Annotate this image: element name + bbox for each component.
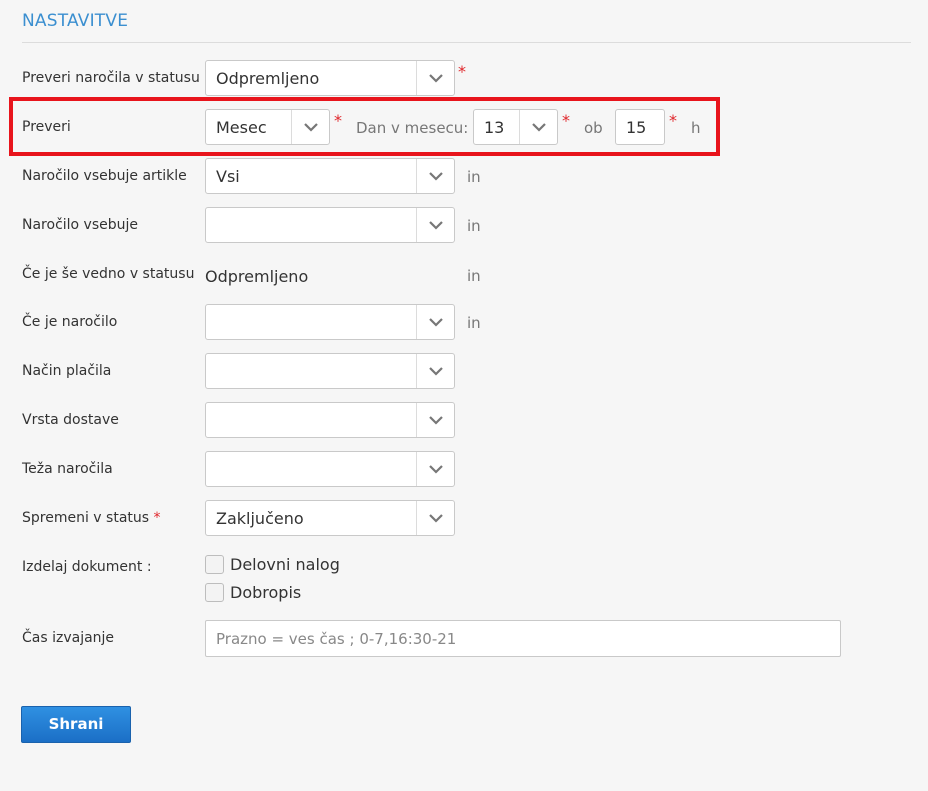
check-label: Preveri xyxy=(22,119,71,135)
contains-select[interactable] xyxy=(205,207,455,243)
payment-select[interactable] xyxy=(205,353,455,389)
still-status-value: Odpremljeno xyxy=(205,267,309,286)
credit-note-label[interactable]: Dobropis xyxy=(230,583,301,602)
work-order-checkbox[interactable] xyxy=(205,555,224,574)
and-label: in xyxy=(467,168,481,186)
contains-articles-select[interactable]: Vsi xyxy=(205,158,455,194)
change-status-label: Spremeni v status * xyxy=(22,510,161,526)
day-of-month-value: 13 xyxy=(484,118,505,137)
chevron-down-icon[interactable] xyxy=(416,61,454,95)
credit-note-checkbox[interactable] xyxy=(205,583,224,602)
at-label: ob xyxy=(584,119,603,137)
check-period-select[interactable]: Mesec xyxy=(205,109,330,145)
required-marker: * xyxy=(562,111,570,130)
required-marker: * xyxy=(458,62,466,81)
change-status-value: Zaključeno xyxy=(216,509,304,528)
chevron-down-icon[interactable] xyxy=(519,110,557,144)
required-marker: * xyxy=(153,510,161,526)
still-status-label: Če je še vedno v statusu xyxy=(22,266,195,282)
chevron-down-icon[interactable] xyxy=(416,208,454,242)
hour-unit-label: h xyxy=(691,119,701,137)
change-status-label-text: Spremeni v status xyxy=(22,510,150,526)
if-order-select[interactable] xyxy=(205,304,455,340)
weight-select[interactable] xyxy=(205,451,455,487)
chevron-down-icon[interactable] xyxy=(416,403,454,437)
weight-label: Teža naročila xyxy=(22,461,113,477)
save-button[interactable]: Shrani xyxy=(21,706,131,743)
chevron-down-icon[interactable] xyxy=(416,159,454,193)
document-label: Izdelaj dokument : xyxy=(22,559,152,575)
check-status-value: Odpremljeno xyxy=(216,69,320,88)
check-period-value: Mesec xyxy=(216,118,267,137)
payment-label: Način plačila xyxy=(22,363,112,379)
shipping-select[interactable] xyxy=(205,402,455,438)
chevron-down-icon[interactable] xyxy=(416,305,454,339)
check-status-label: Preveri naročila v statusu xyxy=(22,70,200,86)
and-label: in xyxy=(467,267,481,285)
hour-input[interactable]: 15 xyxy=(615,109,665,145)
check-status-select[interactable]: Odpremljeno xyxy=(205,60,455,96)
and-label: in xyxy=(467,314,481,332)
hour-value: 15 xyxy=(626,118,647,137)
shipping-label: Vrsta dostave xyxy=(22,412,119,428)
contains-label: Naročilo vsebuje xyxy=(22,217,139,233)
required-marker: * xyxy=(334,111,342,130)
chevron-down-icon[interactable] xyxy=(291,110,329,144)
chevron-down-icon[interactable] xyxy=(416,452,454,486)
section-title: NASTAVITVE xyxy=(22,11,129,31)
work-order-label[interactable]: Delovni nalog xyxy=(230,555,340,574)
section-divider xyxy=(22,42,911,43)
required-marker: * xyxy=(669,111,677,130)
contains-articles-label: Naročilo vsebuje artikle xyxy=(22,168,187,184)
day-of-month-select[interactable]: 13 xyxy=(473,109,558,145)
exec-time-label: Čas izvajanje xyxy=(22,630,115,646)
if-order-label: Če je naročilo xyxy=(22,314,118,330)
day-of-month-label: Dan v mesecu: xyxy=(356,119,469,137)
chevron-down-icon[interactable] xyxy=(416,501,454,535)
chevron-down-icon[interactable] xyxy=(416,354,454,388)
and-label: in xyxy=(467,217,481,235)
exec-time-input[interactable] xyxy=(205,620,841,657)
contains-articles-value: Vsi xyxy=(216,167,240,186)
change-status-select[interactable]: Zaključeno xyxy=(205,500,455,536)
